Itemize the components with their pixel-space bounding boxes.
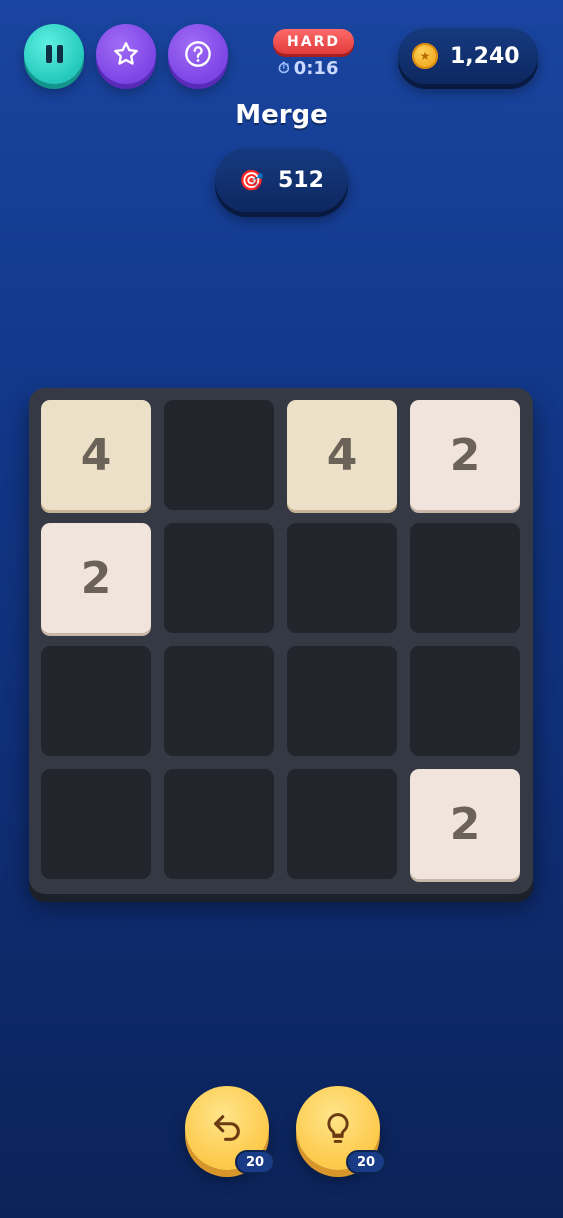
pause-button[interactable]: [24, 24, 84, 84]
undo-button[interactable]: 20: [185, 1086, 275, 1174]
game-title: Merge: [235, 100, 328, 130]
empty-cell: [287, 523, 397, 633]
empty-cell: [287, 769, 397, 879]
star-icon: [114, 42, 138, 65]
target-value: 512: [277, 167, 324, 193]
coin-icon: ★: [412, 43, 438, 69]
question-icon: [185, 41, 211, 67]
lightbulb-icon: [327, 1113, 349, 1143]
favorite-button[interactable]: [96, 24, 156, 84]
coin-value: 1,240: [450, 43, 520, 69]
hint-count-badge: 20: [346, 1150, 386, 1174]
stopwatch-icon: ⏱: [278, 59, 290, 77]
empty-cell: [164, 400, 274, 510]
hint-button[interactable]: 20: [296, 1086, 386, 1174]
tile: 2: [41, 523, 151, 633]
game-timer: ⏱ 0:16: [278, 57, 338, 79]
empty-cell: [410, 523, 520, 633]
tile: 2: [410, 400, 520, 510]
tile: 4: [287, 400, 397, 510]
empty-cell: [164, 646, 274, 756]
target-score: 🎯 512: [215, 148, 348, 212]
game-board[interactable]: 44222: [29, 388, 533, 894]
help-button[interactable]: [168, 24, 228, 84]
timer-value: 0:16: [293, 57, 339, 79]
empty-cell: [410, 646, 520, 756]
undo-icon: [214, 1115, 240, 1141]
empty-cell: [164, 769, 274, 879]
dart-target-icon: 🎯: [239, 168, 264, 192]
difficulty-badge: HARD: [273, 29, 354, 54]
tile: 4: [41, 400, 151, 510]
coin-balance: ★ 1,240: [398, 28, 538, 84]
empty-cell: [41, 769, 151, 879]
empty-cell: [41, 646, 151, 756]
empty-cell: [287, 646, 397, 756]
tile: 2: [410, 769, 520, 879]
undo-count-badge: 20: [235, 1150, 275, 1174]
pause-icon: [45, 45, 63, 63]
empty-cell: [164, 523, 274, 633]
